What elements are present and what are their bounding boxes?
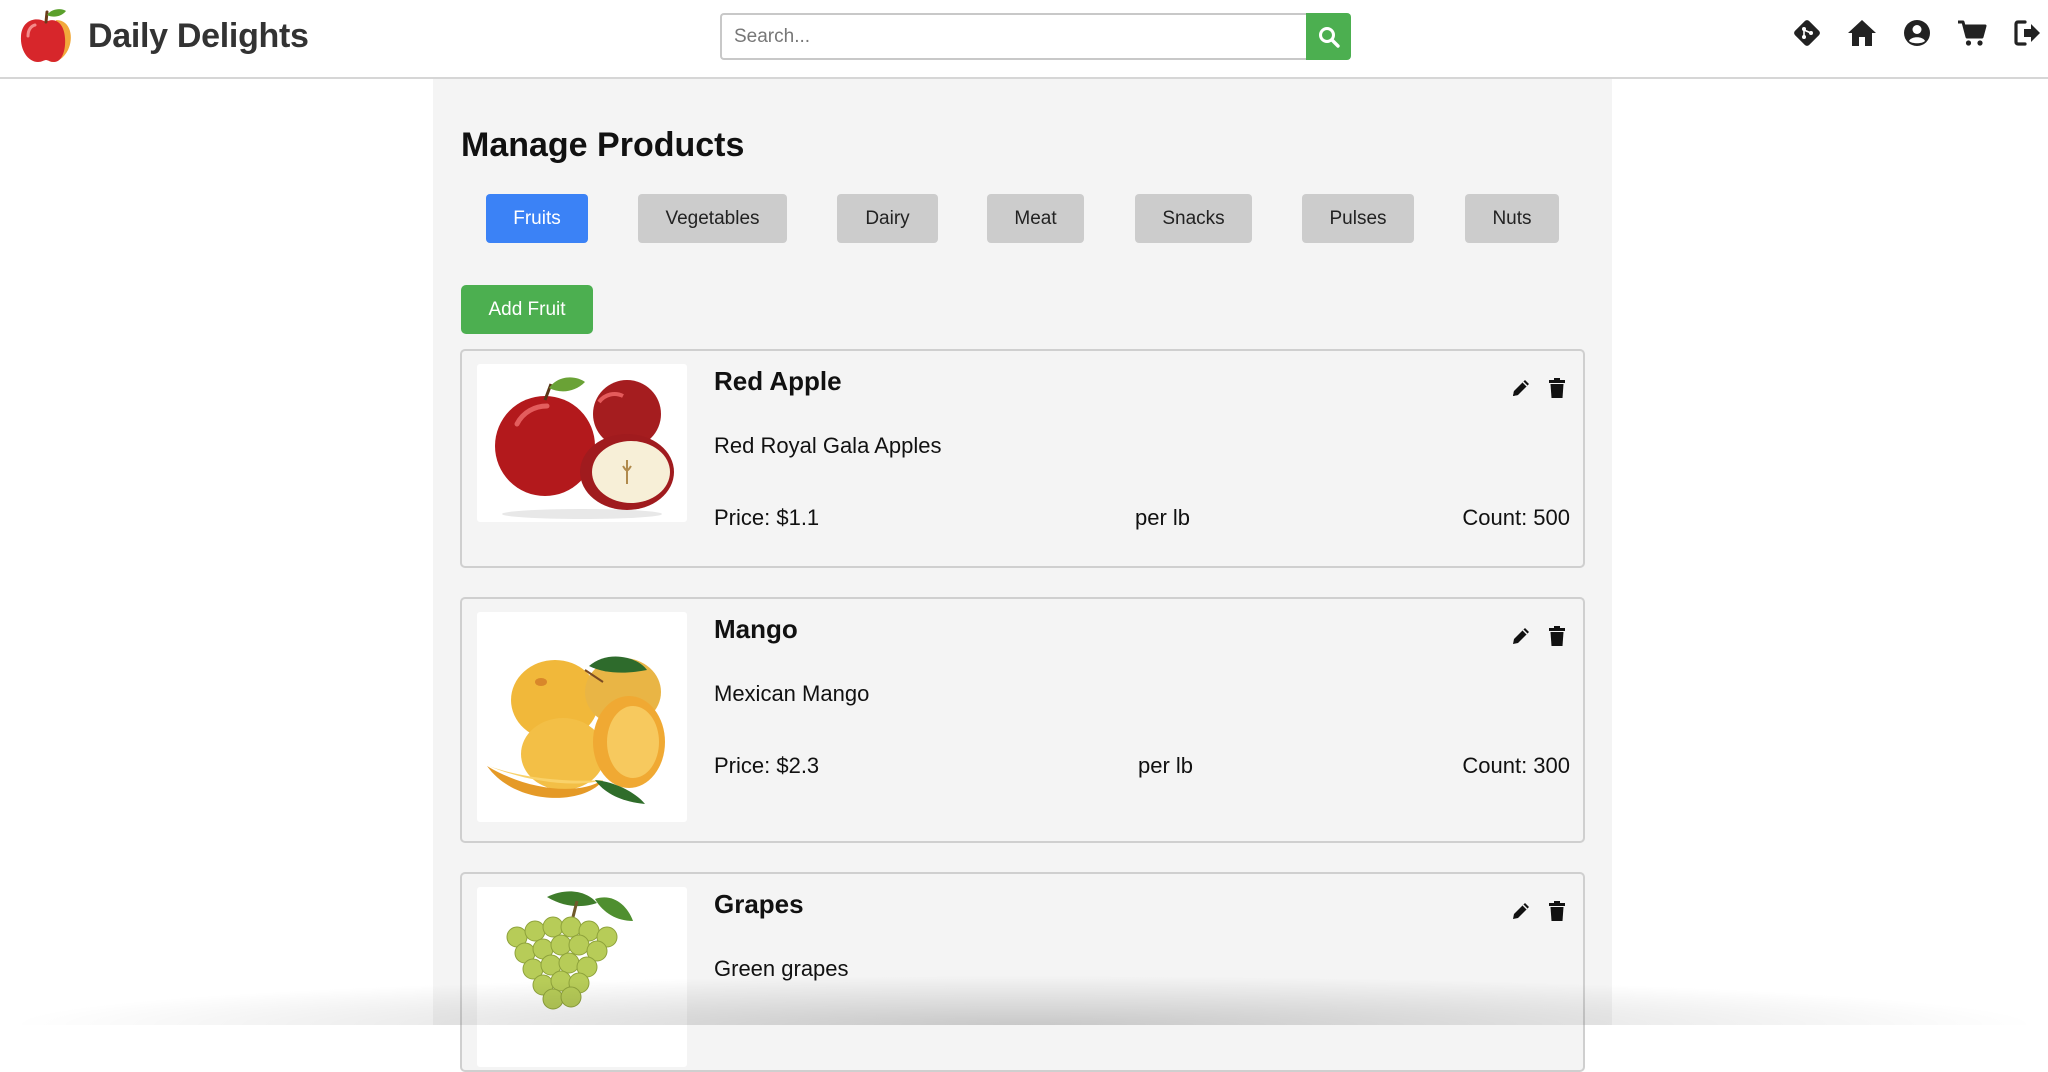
logout-icon[interactable] xyxy=(2010,16,2044,50)
tab-pulses[interactable]: Pulses xyxy=(1302,194,1414,243)
page-title: Manage Products xyxy=(461,126,745,164)
edit-button[interactable] xyxy=(1508,623,1534,649)
trash-icon xyxy=(1549,626,1565,646)
cart-icon[interactable] xyxy=(1955,16,1989,50)
product-image-mango xyxy=(477,612,687,822)
edit-button[interactable] xyxy=(1508,375,1534,401)
product-image-apple xyxy=(477,364,687,522)
product-unit: per lb xyxy=(1138,753,1194,778)
product-card: Red Apple Red Royal Gala Apples Price: $… xyxy=(460,349,1585,568)
tab-snacks[interactable]: Snacks xyxy=(1135,194,1252,243)
edit-button[interactable] xyxy=(1508,898,1534,924)
app-logo-icon[interactable] xyxy=(16,6,76,66)
header-nav xyxy=(1790,16,2044,50)
product-description: Mexican Mango xyxy=(714,681,870,706)
product-card: Mango Mexican Mango Price: $2.3 per lb C… xyxy=(460,597,1585,843)
tab-nuts[interactable]: Nuts xyxy=(1465,194,1559,243)
pencil-icon xyxy=(1513,903,1529,919)
search-icon xyxy=(1318,26,1340,48)
delete-button[interactable] xyxy=(1544,375,1570,401)
tab-vegetables[interactable]: Vegetables xyxy=(638,194,787,243)
product-unit: per lb xyxy=(1135,505,1191,530)
product-name: Red Apple xyxy=(714,366,842,396)
product-name: Mango xyxy=(714,614,798,644)
user-circle-icon[interactable] xyxy=(1900,16,1934,50)
product-name: Grapes xyxy=(714,889,804,919)
top-header: Daily Delights xyxy=(0,0,2048,79)
pencil-icon xyxy=(1513,628,1529,644)
product-description: Red Royal Gala Apples xyxy=(714,433,942,458)
tab-fruits[interactable]: Fruits xyxy=(486,194,588,243)
search-button[interactable] xyxy=(1306,13,1351,60)
delete-button[interactable] xyxy=(1544,623,1570,649)
delete-button[interactable] xyxy=(1544,898,1570,924)
product-count: Count: 300 xyxy=(1462,753,1570,778)
product-card: Grapes Green grapes xyxy=(460,872,1585,1072)
tab-meat[interactable]: Meat xyxy=(987,194,1084,243)
product-image-grapes xyxy=(477,887,687,1067)
product-price: Price: $1.1 xyxy=(714,505,820,530)
product-description: Green grapes xyxy=(714,956,849,981)
trash-icon xyxy=(1549,901,1565,921)
trash-icon xyxy=(1549,378,1565,398)
product-count: Count: 500 xyxy=(1462,505,1570,530)
home-icon[interactable] xyxy=(1845,16,1879,50)
brand-name[interactable]: Daily Delights xyxy=(88,17,309,56)
tab-dairy[interactable]: Dairy xyxy=(837,194,938,243)
pencil-icon xyxy=(1513,380,1529,396)
git-diamond-icon[interactable] xyxy=(1790,16,1824,50)
manage-products-panel: Manage Products Fruits Vegetables Dairy … xyxy=(433,79,1612,1072)
search-input[interactable] xyxy=(720,13,1306,60)
search-bar xyxy=(720,13,1351,60)
add-fruit-button[interactable]: Add Fruit xyxy=(461,285,593,334)
product-price: Price: $2.3 xyxy=(714,753,820,778)
